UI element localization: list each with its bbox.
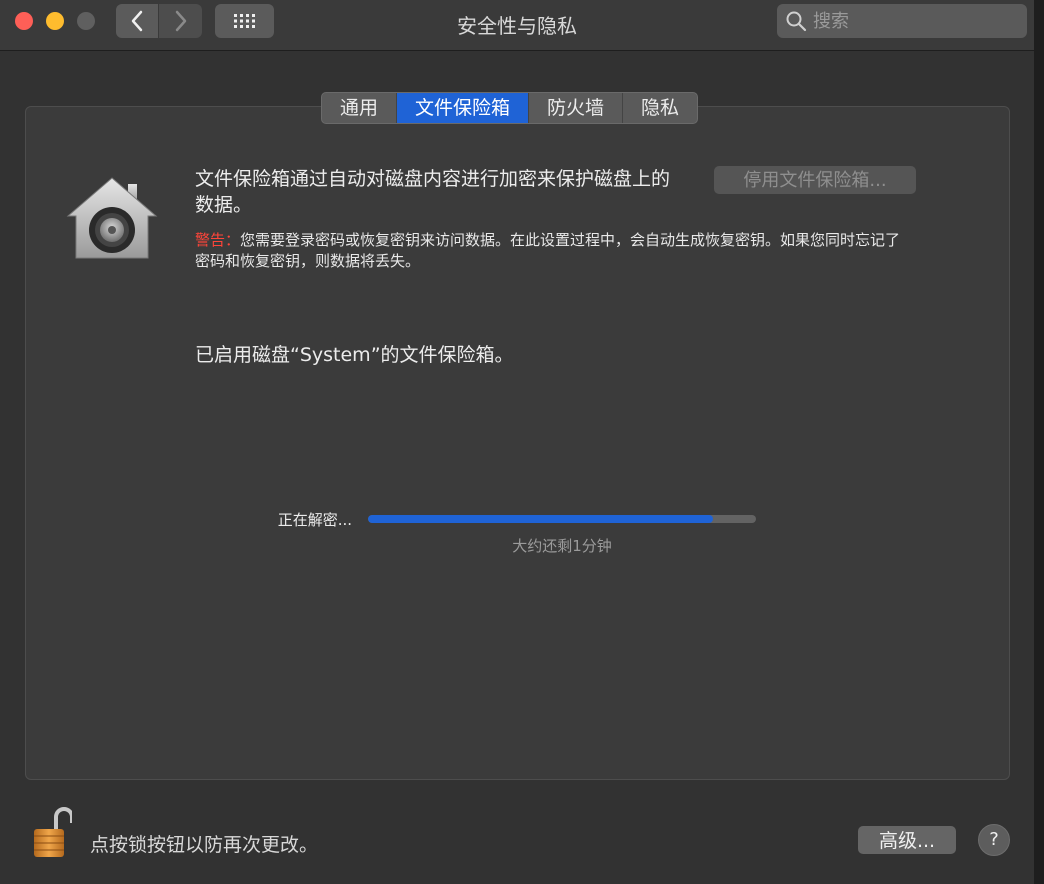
tab-filevault[interactable]: 文件保险箱	[397, 93, 530, 123]
tab-bar: 通用 文件保险箱 防火墙 隐私	[321, 92, 699, 124]
tab-privacy[interactable]: 隐私	[623, 93, 697, 123]
tab-firewall[interactable]: 防火墙	[529, 93, 624, 123]
zoom-button[interactable]	[77, 12, 95, 30]
unlocked-padlock-icon[interactable]	[32, 807, 72, 859]
filevault-status: 已启用磁盘“System”的文件保险箱。	[195, 344, 514, 366]
tab-general[interactable]: 通用	[322, 93, 398, 123]
lock-hint-text: 点按锁按钮以防再次更改。	[90, 834, 319, 856]
filevault-house-icon	[66, 177, 158, 259]
forward-button[interactable]	[159, 4, 202, 38]
help-button[interactable]: ?	[978, 824, 1010, 856]
search-field[interactable]	[777, 4, 1027, 38]
progress-fill	[368, 515, 714, 523]
window-title: 安全性与隐私	[457, 14, 577, 38]
chevron-left-icon	[131, 10, 143, 32]
grid-icon	[233, 14, 255, 28]
show-all-button[interactable]	[215, 4, 274, 38]
advanced-button[interactable]: 高级...	[858, 826, 956, 854]
search-icon	[786, 11, 807, 32]
back-button[interactable]	[116, 4, 158, 38]
title-bar: 安全性与隐私	[0, 0, 1034, 51]
disable-filevault-button[interactable]: 停用文件保险箱...	[714, 166, 916, 194]
chevron-right-icon	[175, 10, 186, 32]
preferences-window: 安全性与隐私 通用 文件保险箱 防火墙 隐私	[0, 0, 1034, 884]
minimize-button[interactable]	[46, 12, 64, 30]
warning-label: 警告：	[195, 231, 241, 249]
close-button[interactable]	[15, 12, 33, 30]
progress-label: 正在解密...	[277, 511, 352, 529]
warning-message: 警告：您需要登录密码或恢复密钥来访问数据。在此设置过程中，会自动生成恢复密钥。如…	[195, 230, 915, 272]
warning-text: 您需要登录密码或恢复密钥来访问数据。在此设置过程中，会自动生成恢复密钥。如果您同…	[195, 231, 901, 270]
search-input[interactable]	[811, 9, 1015, 33]
decryption-progress-bar	[368, 515, 756, 523]
background-strip	[1034, 0, 1044, 884]
time-remaining: 大约还剩1分钟	[512, 537, 612, 555]
filevault-description: 文件保险箱通过自动对磁盘内容进行加密来保护磁盘上的数据。	[195, 168, 671, 216]
